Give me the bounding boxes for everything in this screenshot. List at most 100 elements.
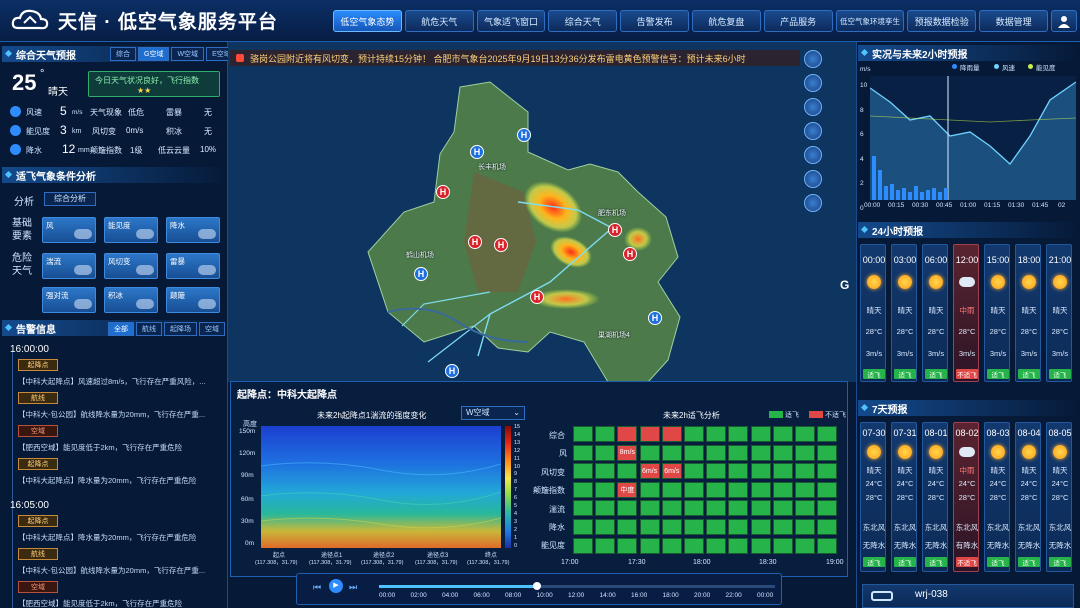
grid-cell [795, 426, 815, 442]
metric-rain: 降水 12 mm [10, 142, 90, 158]
alerts-filter-route[interactable]: 航线 [136, 322, 162, 336]
alert-item[interactable]: 【中科大-包公园】航线降水量为20mm，飞行存在严重... [18, 409, 218, 420]
map-side-letter: G [840, 278, 850, 292]
heliport-marker[interactable]: H [530, 290, 544, 304]
daily-high: 24°C [865, 479, 883, 488]
forecast-filter-g[interactable]: G空域 [138, 47, 170, 61]
factor-visibility-button[interactable]: 能见度 [104, 217, 158, 243]
layers-tool-button[interactable] [804, 50, 822, 68]
next-button[interactable]: ⏭ [349, 582, 357, 593]
nav-tab-situation[interactable]: 低空气象态势 [333, 10, 402, 32]
hourly-card[interactable]: 06:00 晴天 28°C 3m/s 适飞 [922, 244, 948, 382]
satellite-tool-button[interactable] [804, 122, 822, 140]
metric-visibility-value: 3 [60, 123, 67, 137]
daily-card[interactable]: 08-02 中雨 24°C 28°C 东北风 有降水 不适飞 [953, 422, 979, 572]
factor-windshear-button[interactable]: 风切变 [104, 253, 158, 279]
daily-card[interactable]: 08-01 晴天 24°C 28°C 东北风 无降水 适飞 [922, 422, 948, 572]
wind-tool-button[interactable] [804, 74, 822, 92]
heliport-marker[interactable]: H [648, 311, 662, 325]
daily-card[interactable]: 08-05 晴天 24°C 28°C 东北风 无降水 适飞 [1046, 422, 1072, 572]
grid-cell [595, 444, 616, 461]
hourly-card[interactable]: 00:00 晴天 28°C 3m/s 适飞 [860, 244, 886, 382]
heliport-marker[interactable]: H [436, 185, 450, 199]
drone-card[interactable]: wrj-038 [862, 584, 1074, 608]
daily-rain: 无降水 [1048, 541, 1072, 550]
alert-item[interactable]: 【中科大-包公园】航线降水量为20mm，飞行存在严重... [18, 565, 218, 576]
nav-tab-weather[interactable]: 综合天气 [548, 10, 618, 32]
timeline-track[interactable] [379, 582, 775, 590]
forecast-filter-w[interactable]: W空域 [171, 47, 205, 61]
prev-button[interactable]: ⏮ [313, 582, 321, 593]
hourly-card[interactable]: 12:00 中雨 28°C 3m/s 不适飞 [953, 244, 979, 382]
grid-cell: 8m/s [617, 444, 638, 461]
nav-tab-verify[interactable]: 预报数据检验 [907, 10, 977, 32]
timeline-tick: 06:00 [473, 592, 490, 599]
user-avatar-button[interactable] [1050, 10, 1077, 32]
chevron-down-icon: ⌄ [513, 408, 520, 417]
heliport-marker[interactable]: H [623, 247, 637, 261]
chart-tool-button[interactable] [804, 146, 822, 164]
hourly-card[interactable]: 21:00 晴天 28°C 3m/s 适飞 [1046, 244, 1072, 382]
cloud-tool-button[interactable] [804, 194, 822, 212]
grid-cell [772, 481, 793, 498]
grid-cell [728, 537, 749, 554]
nav-tab-alert[interactable]: 告警发布 [620, 10, 689, 32]
weather-map[interactable]: H H H H H H H H H H H 长丰机场 肥东机场 鹤山机场 巢湖机… [228, 42, 856, 382]
heliport-marker[interactable]: H [494, 238, 508, 252]
heliport-marker[interactable]: H [445, 364, 459, 378]
alert-item[interactable]: 【肥西空域】能见度低于2km，飞行存在严重危险 [18, 598, 218, 608]
x-tick: 01:45 [1032, 202, 1049, 209]
daily-condition: 晴天 [1021, 466, 1037, 475]
daily-card[interactable]: 08-04 晴天 24°C 28°C 东北风 无降水 适飞 [1015, 422, 1041, 572]
heliport-marker[interactable]: H [414, 267, 428, 281]
play-button[interactable]: ▶ [329, 579, 343, 593]
heliport-marker[interactable]: H [468, 235, 482, 249]
alert-item[interactable]: 【中科大起降点】降水量为20mm，飞行存在严重危险 [18, 532, 218, 543]
daily-high: 24°C [1020, 479, 1038, 488]
timeline-handle[interactable] [533, 582, 542, 590]
x-tick-sub: (117.308，31.79) [309, 560, 352, 566]
factor-rain-button[interactable]: 降水 [166, 217, 220, 243]
alert-item[interactable]: 【中科大起降点】降水量为20mm，飞行存在严重危险 [18, 475, 218, 486]
location-tool-button[interactable] [804, 170, 822, 188]
factor-turbulence-button[interactable]: 湍流 [42, 253, 96, 279]
factor-convection-button[interactable]: 强对流 [42, 287, 96, 313]
factor-wind-button[interactable]: 风 [42, 217, 96, 243]
flight-index-banner: 今日天气状况良好，飞行指数 ★★ [88, 71, 220, 97]
timeline-tick: 14:00 [599, 592, 616, 599]
hourly-card[interactable]: 15:00 晴天 28°C 3m/s 适飞 [984, 244, 1010, 382]
nav-tab-hazard[interactable]: 航危天气 [404, 10, 474, 32]
heliport-marker[interactable]: H [608, 223, 622, 237]
factor-icing-button[interactable]: 积冰 [104, 287, 158, 313]
factor-thunder-button[interactable]: 雷暴 [166, 253, 220, 279]
nav-tab-review[interactable]: 航危复盘 [691, 10, 761, 32]
current-condition: 晴天 [48, 87, 68, 98]
alert-item[interactable]: 【肥西空域】能见度低于2km，飞行存在严重危险 [18, 442, 218, 453]
nav-tab-twin[interactable]: 低空气象环境孪生 [835, 10, 905, 32]
daily-card[interactable]: 08-03 晴天 24°C 28°C 东北风 无降水 适飞 [984, 422, 1010, 572]
alerts-filter-all[interactable]: 全部 [108, 322, 134, 336]
table-cell: 颠簸指数 [90, 146, 122, 155]
daily-card[interactable]: 07-31 晴天 24°C 28°C 东北风 无降水 适飞 [891, 422, 917, 572]
forecast-filter-all[interactable]: 综合 [110, 47, 136, 61]
nav-tab-data[interactable]: 数据管理 [979, 10, 1048, 32]
temp-unit: ° [40, 68, 45, 80]
nav-tab-window[interactable]: 气象适飞窗口 [476, 10, 546, 32]
alert-item[interactable]: 【中科大起降点】风速超过8m/s，飞行存在严重风险，... [18, 376, 218, 387]
radar-tool-button[interactable] [804, 98, 822, 116]
heliport-marker[interactable]: H [517, 128, 531, 142]
turbulence-icon [74, 265, 92, 275]
grid-cell [684, 481, 704, 498]
airspace-select[interactable]: W空域 ⌄ [461, 406, 525, 420]
daily-condition: 晴天 [1052, 466, 1068, 475]
hourly-card[interactable]: 03:00 晴天 28°C 3m/s 适飞 [891, 244, 917, 382]
alert-tag: 起降点 [18, 359, 58, 371]
heliport-marker[interactable]: H [470, 145, 484, 159]
analysis-select[interactable]: 综合分析 [44, 192, 96, 206]
nav-tab-product[interactable]: 产品服务 [763, 10, 833, 32]
alerts-filter-site[interactable]: 起降场 [164, 322, 197, 336]
alerts-filter-airspace[interactable]: 空域 [199, 322, 225, 336]
hourly-card[interactable]: 18:00 晴天 28°C 3m/s 适飞 [1015, 244, 1041, 382]
daily-card[interactable]: 07-30 晴天 24°C 28°C 东北风 无降水 适飞 [860, 422, 886, 572]
factor-bump-button[interactable]: 颠簸 [166, 287, 220, 313]
